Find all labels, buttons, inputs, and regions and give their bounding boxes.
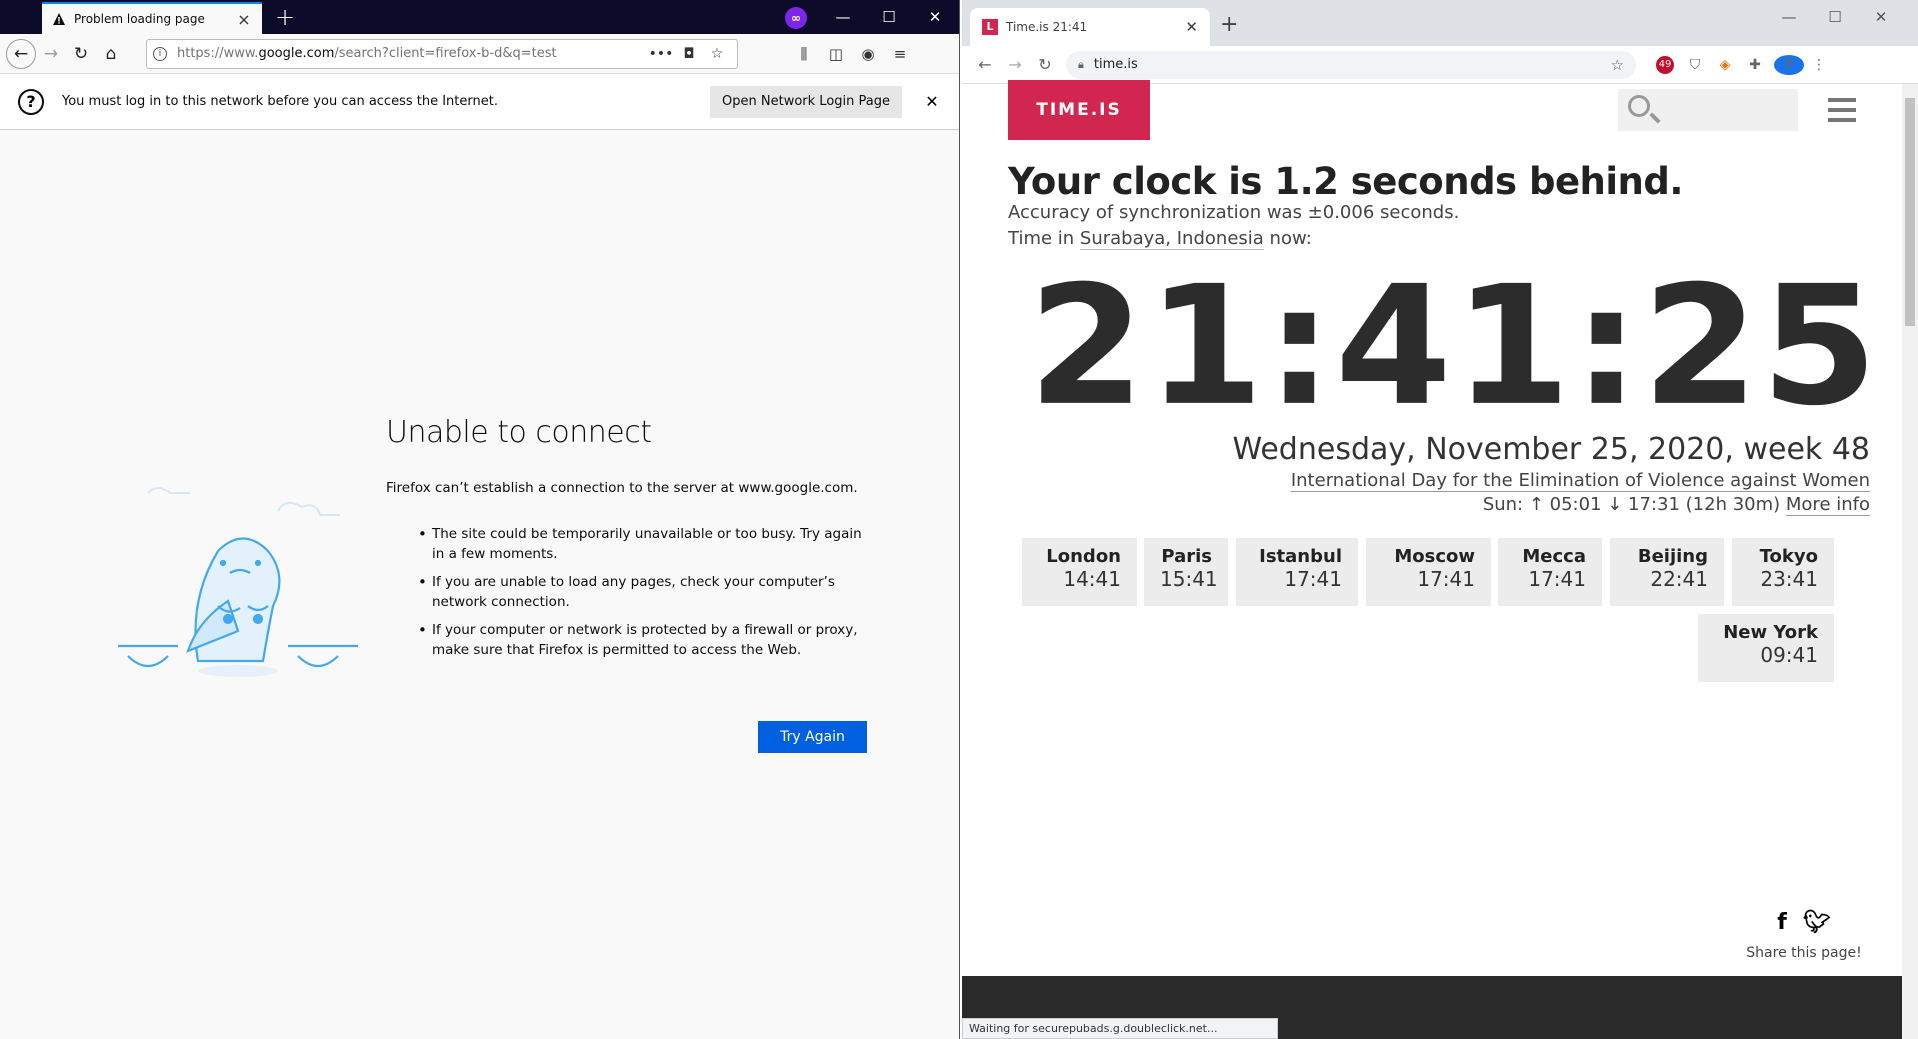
sync-accuracy: Accuracy of synchronization was ±0.006 s…	[1008, 202, 1460, 223]
url-text: https://www.google.com/search?client=fir…	[177, 46, 557, 61]
location-line: Time in Surabaya, Indonesia now:	[1008, 228, 1312, 250]
open-network-login-button[interactable]: Open Network Login Page	[710, 85, 902, 118]
twitter-icon[interactable]: 🐦︎	[1803, 910, 1831, 935]
city-clock-paris[interactable]: Paris 15:41	[1144, 538, 1228, 606]
chrome-tab-active[interactable]: L Time.is 21:41 ✕	[970, 8, 1210, 46]
main-clock: 21:41:25	[1028, 249, 1880, 443]
search-icon	[1628, 95, 1650, 117]
home-button[interactable]: ⌂	[96, 39, 126, 69]
firefox-toolbar-right: ⫼ ◫ ◉ ≡	[788, 45, 916, 63]
timeis-page: TIME.IS Your clock is 1.2 seconds behind…	[962, 80, 1918, 1039]
status-bar: Waiting for securepubads.g.doubleclick.n…	[962, 1018, 1278, 1039]
new-tab-button[interactable]: +	[273, 4, 297, 30]
error-message-box: Unable to connect Firefox can’t establis…	[386, 415, 866, 668]
tab-title: Time.is 21:41	[1006, 20, 1088, 34]
location-link[interactable]: Surabaya, Indonesia	[1079, 228, 1264, 250]
dinosaur-illustration-icon	[118, 487, 358, 677]
library-icon[interactable]: ⫼	[788, 45, 820, 63]
tab-title: Problem loading page	[74, 12, 205, 26]
new-tab-button[interactable]: +	[1220, 12, 1238, 37]
maximize-button[interactable]: ☐	[1812, 0, 1858, 34]
chrome-menu-icon[interactable]: ⋮	[1804, 57, 1834, 73]
forward-button[interactable]: →	[36, 39, 66, 69]
lock-icon[interactable]: 🔒︎	[1078, 58, 1084, 72]
extension-icon[interactable]: ◈	[1710, 57, 1740, 73]
notification-text: You must log in to this network before y…	[62, 94, 498, 109]
extensions-area: 49 ⛉ ◈ ✚ P ⋮	[1650, 54, 1834, 75]
private-browsing-icon: ∞	[785, 7, 807, 29]
omnibox[interactable]: 🔒︎ time.is ☆	[1066, 50, 1636, 79]
window-controls: — ☐ ✕	[1766, 0, 1904, 34]
error-description: Firefox can’t establish a connection to …	[386, 480, 858, 496]
list-item: If you are unable to load any pages, che…	[418, 572, 866, 612]
search-box[interactable]	[1618, 89, 1798, 131]
minimize-button[interactable]: —	[1766, 0, 1812, 34]
facebook-icon[interactable]: f	[1777, 910, 1787, 935]
chrome-tab-bar: L Time.is 21:41 ✕ + — ☐ ✕	[962, 0, 1918, 46]
back-button[interactable]: ←	[970, 50, 1000, 80]
hamburger-menu-icon[interactable]	[1828, 98, 1856, 128]
share-section: f 🐦︎ Share this page!	[1744, 910, 1864, 961]
city-clock-london[interactable]: London 14:41	[1022, 538, 1137, 606]
chrome-nav-bar: ← → ↻ 🔒︎ time.is ☆ 49 ⛉ ◈ ✚ P ⋮	[962, 46, 1918, 84]
warning-icon	[53, 13, 65, 25]
city-clock-tokyo[interactable]: Tokyo 23:41	[1732, 538, 1834, 606]
bookmark-star-icon[interactable]: ☆	[703, 46, 731, 62]
reload-button[interactable]: ↻	[66, 39, 96, 69]
city-clock-istanbul[interactable]: Istanbul 17:41	[1236, 538, 1358, 606]
close-notification-icon[interactable]: ✕	[922, 92, 942, 111]
date-line: Wednesday, November 25, 2020, week 48	[1232, 432, 1870, 467]
share-text: Share this page!	[1746, 945, 1862, 961]
window-controls: — ☐ ✕	[820, 0, 958, 34]
try-again-button[interactable]: Try Again	[758, 721, 867, 753]
adblock-extension-icon[interactable]: 49	[1656, 55, 1674, 74]
firefox-tab-active[interactable]: Problem loading page ×	[42, 2, 262, 34]
reload-button[interactable]: ↻	[1030, 50, 1060, 80]
list-item: The site could be temporarily unavailabl…	[418, 524, 866, 564]
close-window-button[interactable]: ✕	[912, 0, 958, 34]
back-button[interactable]: ←	[6, 38, 36, 69]
url-bar[interactable]: i https://www.google.com/search?client=f…	[146, 38, 738, 69]
city-clock-mecca[interactable]: Mecca 17:41	[1498, 538, 1602, 606]
question-icon: ?	[18, 88, 44, 115]
scrollbar[interactable]	[1902, 84, 1918, 1039]
holiday-link[interactable]: International Day for the Elimination of…	[1290, 470, 1870, 492]
pocket-icon[interactable]: ◘	[675, 46, 703, 62]
chrome-window: L Time.is 21:41 ✕ + — ☐ ✕ ← → ↻ 🔒︎ time.…	[962, 0, 1918, 1039]
firefox-nav-bar: ← → ↻ ⌂ i https://www.google.com/search?…	[0, 34, 959, 74]
sun-times: Sun: ↑ 05:01 ↓ 17:31 (12h 30m) More info	[1482, 494, 1870, 516]
info-icon[interactable]: i	[153, 46, 167, 61]
timeis-favicon-icon: L	[982, 19, 998, 35]
city-clock-beijing[interactable]: Beijing 22:41	[1610, 538, 1724, 606]
url-text: time.is	[1093, 57, 1138, 72]
firefox-window: Problem loading page × + ∞ — ☐ ✕ ← → ↻ ⌂…	[0, 0, 960, 1039]
list-item: If your computer or network is protected…	[418, 620, 866, 660]
maximize-button[interactable]: ☐	[866, 0, 912, 34]
more-info-link[interactable]: More info	[1785, 494, 1870, 516]
scrollbar-thumb[interactable]	[1905, 98, 1915, 326]
firefox-tab-bar: Problem loading page × + ∞ — ☐ ✕	[0, 0, 959, 34]
city-clock-new-york[interactable]: New York 09:41	[1698, 614, 1834, 682]
close-tab-icon[interactable]: ✕	[1185, 18, 1198, 36]
timeis-logo[interactable]: TIME.IS	[1008, 80, 1150, 140]
close-window-button[interactable]: ✕	[1858, 0, 1904, 34]
account-icon[interactable]: ◉	[852, 45, 884, 63]
close-tab-icon[interactable]: ×	[236, 10, 252, 29]
sidebar-icon[interactable]: ◫	[820, 45, 852, 63]
page-actions-icon[interactable]: •••	[647, 46, 675, 62]
forward-button[interactable]: →	[1000, 50, 1030, 80]
error-title: Unable to connect	[386, 415, 652, 450]
error-page: Unable to connect Firefox can’t establis…	[0, 131, 959, 1039]
profile-avatar[interactable]: P	[1774, 54, 1804, 75]
menu-icon[interactable]: ≡	[884, 45, 916, 63]
minimize-button[interactable]: —	[820, 0, 866, 34]
puzzle-extensions-icon[interactable]: ✚	[1740, 57, 1770, 73]
shield-extension-icon[interactable]: ⛉	[1680, 57, 1710, 73]
bookmark-star-icon[interactable]: ☆	[1611, 56, 1624, 74]
city-clock-moscow[interactable]: Moscow 17:41	[1366, 538, 1491, 606]
captive-portal-notification: ? You must log in to this network before…	[0, 74, 959, 130]
clock-status-heading: Your clock is 1.2 seconds behind.	[1008, 160, 1683, 203]
error-suggestions: The site could be temporarily unavailabl…	[418, 524, 866, 660]
